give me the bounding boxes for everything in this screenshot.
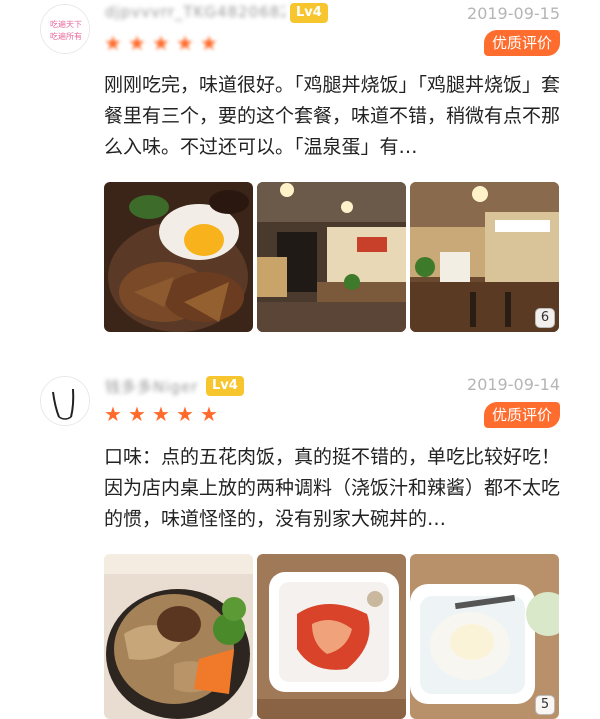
onsen-egg-photo[interactable]: 5 xyxy=(410,554,559,719)
star-rating: ★ ★ ★ ★ ★ xyxy=(104,404,221,426)
quality-review-badge: 优质评价 xyxy=(483,402,560,428)
username[interactable]: djpvvvrr_TKG4820682 xyxy=(105,3,285,23)
avatar-text-line1: 吃遍天下 xyxy=(50,19,82,29)
star-icon: ★ xyxy=(200,31,218,55)
review-photos: 6 xyxy=(104,182,561,332)
review-text[interactable]: 口味：点的五花肉饭，真的挺不错的，单吃比较好吃！因为店内桌上放的两种调料（浇饭汁… xyxy=(104,442,562,538)
user-avatar[interactable]: 吃遍天下 吃遍所有 xyxy=(40,4,90,54)
photo-count-badge[interactable]: 6 xyxy=(535,308,555,328)
star-icon: ★ xyxy=(152,402,170,426)
star-icon: ★ xyxy=(104,31,122,55)
review-date: 2019-09-15 xyxy=(467,4,560,23)
review-text[interactable]: 刚刚吃完，味道很好。「鸡腿丼烧饭」「鸡腿丼烧饭」套餐里有三个，要的这个套餐，味道… xyxy=(104,70,562,166)
star-icon: ★ xyxy=(152,31,170,55)
level-badge: Lv4 xyxy=(290,3,328,23)
avatar-image xyxy=(41,377,89,425)
review-date: 2019-09-14 xyxy=(467,375,560,394)
level-badge: Lv4 xyxy=(206,376,244,396)
review-photos: 5 xyxy=(104,554,561,719)
star-icon: ★ xyxy=(176,402,194,426)
star-icon: ★ xyxy=(200,402,218,426)
star-icon: ★ xyxy=(128,31,146,55)
restaurant-counter-photo[interactable]: 6 xyxy=(410,182,559,332)
quality-review-badge: 优质评价 xyxy=(483,30,560,56)
username[interactable]: 钱多多Niger xyxy=(105,376,200,396)
pork-rice-bowl-photo[interactable] xyxy=(104,554,253,719)
user-avatar[interactable] xyxy=(40,376,90,426)
chicken-rice-bowl-photo[interactable] xyxy=(104,182,253,332)
photo-count-badge[interactable]: 5 xyxy=(535,695,555,715)
star-icon: ★ xyxy=(128,402,146,426)
star-icon: ★ xyxy=(176,31,194,55)
star-icon: ★ xyxy=(104,402,122,426)
review-card[interactable]: 吃遍天下 吃遍所有 djpvvvrr_TKG4820682 Lv4 2019-0… xyxy=(0,0,600,352)
restaurant-interior-photo[interactable] xyxy=(257,182,406,332)
kimchi-side-dish-photo[interactable] xyxy=(257,554,406,719)
review-card[interactable]: 钱多多Niger Lv4 2019-09-14 ★ ★ ★ ★ ★ 优质评价 口… xyxy=(0,364,600,719)
star-rating: ★ ★ ★ ★ ★ xyxy=(104,33,221,55)
avatar-image: 吃遍天下 吃遍所有 xyxy=(41,5,89,53)
avatar-text-line2: 吃遍所有 xyxy=(50,31,82,41)
